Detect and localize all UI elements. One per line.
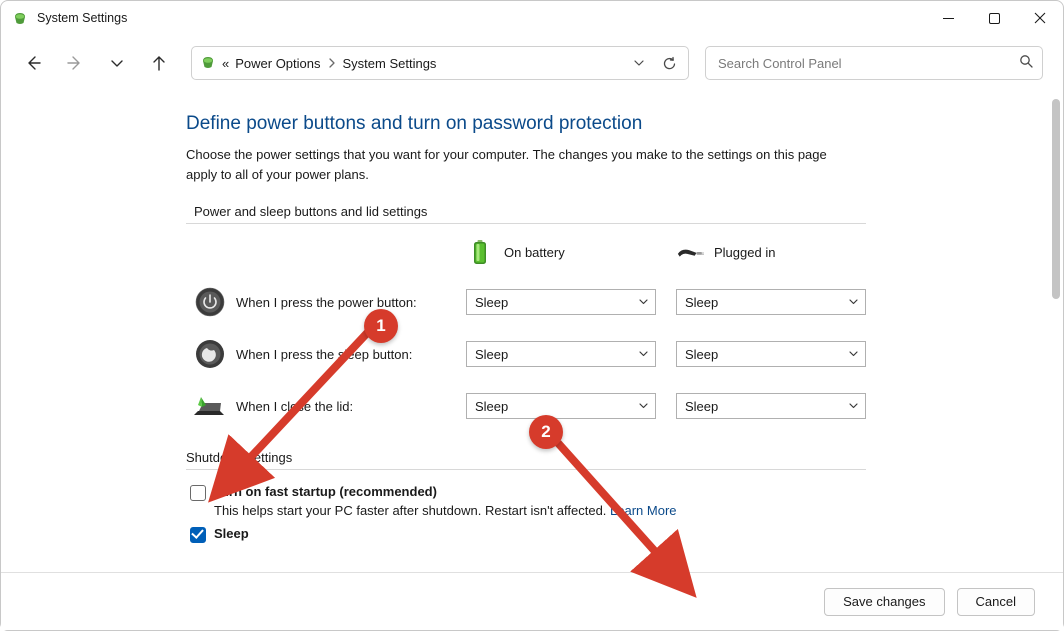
chevron-down-icon bbox=[848, 347, 859, 362]
footer: Save changes Cancel bbox=[1, 572, 1063, 630]
fast-startup-row: Turn on fast startup (recommended) bbox=[186, 484, 1063, 501]
combo-sleep-plugged[interactable]: Sleep bbox=[676, 341, 866, 367]
row-close-lid-label: When I close the lid: bbox=[236, 399, 353, 414]
combo-value: Sleep bbox=[475, 399, 508, 414]
combo-lid-plugged[interactable]: Sleep bbox=[676, 393, 866, 419]
sleep-label: Sleep bbox=[214, 526, 249, 541]
refresh-button[interactable] bbox=[654, 48, 684, 78]
address-bar[interactable]: « Power Options System Settings bbox=[191, 46, 689, 80]
address-history-button[interactable] bbox=[624, 48, 654, 78]
learn-more-link[interactable]: Learn More bbox=[610, 503, 676, 518]
battery-icon bbox=[466, 238, 494, 266]
section-shutdown-label: Shutdown settings bbox=[186, 450, 1063, 465]
column-header-plugged-label: Plugged in bbox=[714, 245, 775, 260]
app-icon bbox=[11, 9, 29, 27]
search-box[interactable] bbox=[705, 46, 1043, 80]
combo-sleep-battery[interactable]: Sleep bbox=[466, 341, 656, 367]
forward-button[interactable] bbox=[57, 45, 93, 81]
power-grid: On battery Plugged in bbox=[186, 238, 1063, 422]
search-icon bbox=[1019, 54, 1034, 72]
control-panel-icon bbox=[200, 54, 216, 73]
column-header-battery: On battery bbox=[466, 238, 666, 266]
row-power-button: When I press the power button: bbox=[186, 286, 456, 318]
minimize-button[interactable] bbox=[925, 1, 971, 35]
row-sleep-button: When I press the sleep button: bbox=[186, 338, 456, 370]
chevron-down-icon bbox=[638, 399, 649, 414]
fast-startup-label: Turn on fast startup (recommended) bbox=[214, 484, 437, 499]
plug-icon bbox=[676, 238, 704, 266]
page-description: Choose the power settings that you want … bbox=[186, 145, 846, 184]
divider bbox=[186, 469, 866, 470]
laptop-lid-icon bbox=[194, 390, 226, 422]
combo-power-plugged[interactable]: Sleep bbox=[676, 289, 866, 315]
column-header-battery-label: On battery bbox=[504, 245, 565, 260]
chevron-down-icon bbox=[638, 295, 649, 310]
row-sleep-button-label: When I press the sleep button: bbox=[236, 347, 412, 362]
combo-lid-battery[interactable]: Sleep bbox=[466, 393, 656, 419]
title-bar: System Settings bbox=[1, 1, 1063, 35]
column-header-plugged: Plugged in bbox=[676, 238, 876, 266]
sleep-row: Sleep bbox=[186, 526, 1063, 543]
content-area: Define power buttons and turn on passwor… bbox=[1, 91, 1063, 572]
combo-value: Sleep bbox=[475, 347, 508, 362]
fast-startup-checkbox[interactable] bbox=[190, 485, 206, 501]
sleep-checkbox[interactable] bbox=[190, 527, 206, 543]
maximize-button[interactable] bbox=[971, 1, 1017, 35]
chevron-down-icon bbox=[848, 399, 859, 414]
combo-value: Sleep bbox=[475, 295, 508, 310]
window-title: System Settings bbox=[37, 11, 127, 25]
chevron-down-icon bbox=[848, 295, 859, 310]
save-changes-button[interactable]: Save changes bbox=[824, 588, 944, 616]
row-power-button-label: When I press the power button: bbox=[236, 295, 417, 310]
up-button[interactable] bbox=[141, 45, 177, 81]
breadcrumb-item-power-options[interactable]: Power Options bbox=[235, 56, 320, 71]
combo-power-battery[interactable]: Sleep bbox=[466, 289, 656, 315]
annotation-badge-1: 1 bbox=[364, 309, 398, 343]
breadcrumb-prefix: « bbox=[222, 56, 229, 71]
chevron-down-icon bbox=[638, 347, 649, 362]
chevron-right-icon bbox=[327, 56, 337, 71]
toolbar: « Power Options System Settings bbox=[1, 35, 1063, 91]
page-title: Define power buttons and turn on passwor… bbox=[186, 113, 1063, 135]
combo-value: Sleep bbox=[685, 295, 718, 310]
combo-value: Sleep bbox=[685, 399, 718, 414]
section-power-sleep-label: Power and sleep buttons and lid settings bbox=[186, 204, 1063, 219]
power-button-icon bbox=[194, 286, 226, 318]
divider bbox=[186, 223, 866, 224]
back-button[interactable] bbox=[15, 45, 51, 81]
sleep-button-icon bbox=[194, 338, 226, 370]
recent-button[interactable] bbox=[99, 45, 135, 81]
vertical-scrollbar[interactable] bbox=[1052, 99, 1060, 299]
breadcrumb-item-system-settings[interactable]: System Settings bbox=[343, 56, 437, 71]
cancel-button[interactable]: Cancel bbox=[957, 588, 1035, 616]
row-close-lid: When I close the lid: bbox=[186, 390, 456, 422]
search-input[interactable] bbox=[718, 56, 1019, 71]
annotation-badge-2: 2 bbox=[529, 415, 563, 449]
fast-startup-description: This helps start your PC faster after sh… bbox=[186, 503, 1063, 518]
fast-startup-description-text: This helps start your PC faster after sh… bbox=[214, 503, 610, 518]
combo-value: Sleep bbox=[685, 347, 718, 362]
close-button[interactable] bbox=[1017, 1, 1063, 35]
